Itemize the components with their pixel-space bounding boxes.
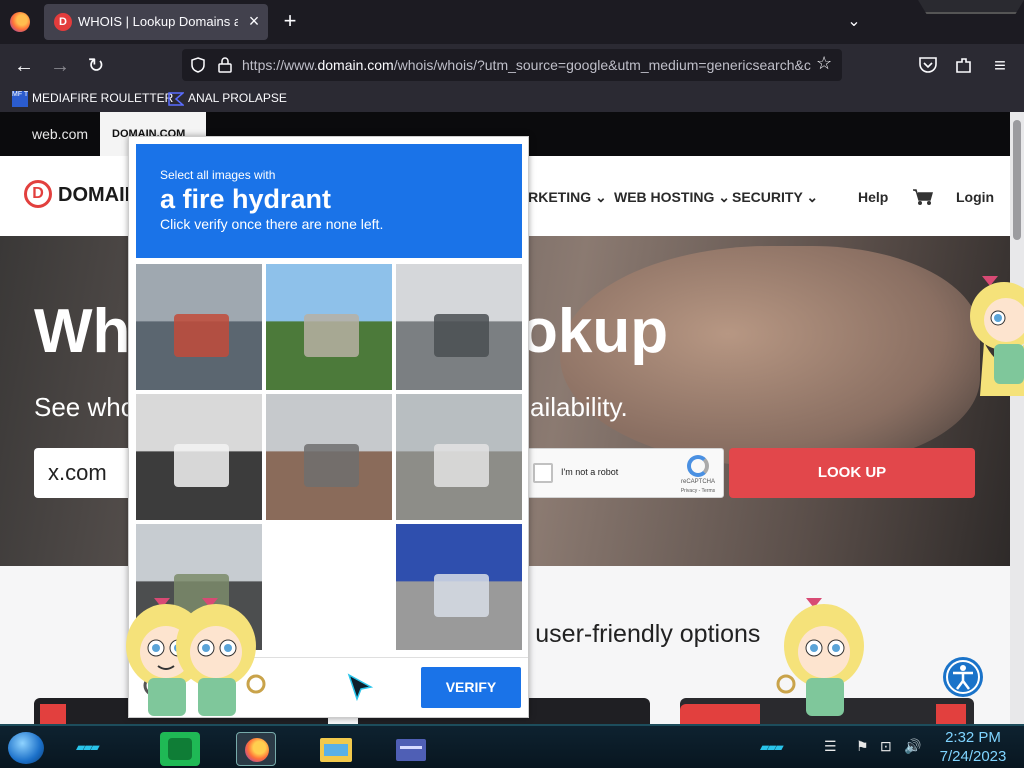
volume-icon[interactable]: 🔊 [904, 738, 921, 755]
captcha-select-line: Select all images with [160, 168, 276, 182]
window-decoration [918, 0, 1024, 14]
menu-label: SECURITY [732, 189, 803, 205]
mediafire-icon: MF T [12, 91, 28, 107]
scrollbar-thumb[interactable] [1013, 120, 1021, 240]
close-tab-icon[interactable]: × [244, 11, 264, 31]
cartoon-girl-sticker [970, 276, 1024, 396]
cartoon-girl-sticker [176, 598, 266, 716]
file-explorer-icon[interactable] [316, 732, 356, 766]
family-tab-webcom[interactable]: web.com [20, 112, 100, 156]
captcha-tile-stairs-car[interactable] [136, 394, 262, 520]
page-scrollbar[interactable] [1010, 112, 1024, 724]
firefox-logo-icon[interactable] [10, 12, 30, 32]
url-domain: domain.com [317, 57, 394, 73]
clock-time[interactable]: 2:32 PM [930, 729, 1016, 746]
options-heading: r user-friendly options [520, 620, 761, 648]
pocket-icon[interactable] [918, 56, 938, 74]
tab-title: WHOIS | Lookup Domains and [78, 14, 238, 29]
card-badge-icon [936, 704, 966, 724]
hero-sub-right: ailability. [530, 392, 628, 422]
browser-tab[interactable]: D WHOIS | Lookup Domains and × [44, 4, 268, 40]
bookmarks-bar: MF T MEDIAFIRE ROULETTER ANAL PROLAPSE [0, 86, 1024, 112]
hero-subtitle: See who ailability. [34, 392, 628, 423]
taskbar: ▰▰▰ ▰▰▰ ☰ ⚑ ⊡ 🔊 2:32 PM 7/24/2023 [0, 724, 1024, 768]
url-text: https://www.domain.com/whois/whois/?utm_… [242, 57, 812, 73]
captcha-tile-building-street[interactable] [266, 394, 392, 520]
notes-app-icon[interactable] [160, 732, 200, 766]
look-up-button[interactable]: LOOK UP [729, 448, 975, 498]
extensions-icon[interactable] [954, 56, 974, 74]
start-button-icon[interactable] [8, 732, 44, 764]
firefox-icon[interactable] [236, 732, 276, 766]
star-bookmark-icon[interactable]: ☆ [816, 53, 832, 74]
url-bar[interactable]: https://www.domain.com/whois/whois/?utm_… [182, 49, 842, 81]
menu-web-hosting[interactable]: WEB HOSTING ⌄ [614, 189, 730, 206]
recaptcha-links[interactable]: Privacy - Terms [673, 488, 723, 494]
menu-marketing[interactable]: ARKETING ⌄ [518, 189, 607, 206]
url-prefix: https://www. [242, 57, 318, 73]
forward-arrow-icon[interactable]: → [46, 52, 74, 80]
tab-strip: D WHOIS | Lookup Domains and × + ⌄ [0, 0, 1024, 44]
captcha-header: Select all images with a fire hydrant Cl… [136, 144, 522, 258]
chevron-down-icon[interactable]: ⌄ [842, 10, 866, 34]
hero-sub-left: See who [34, 392, 136, 422]
hero-title: Wh okup [34, 296, 668, 367]
card-logo-icon [680, 704, 760, 724]
recaptcha-checkbox[interactable] [533, 463, 553, 483]
accessibility-icon[interactable] [942, 656, 984, 698]
bookmark-label: ANAL PROLAPSE [188, 91, 287, 106]
hero-title-left: Wh [34, 297, 131, 366]
network-icon[interactable]: ⊡ [880, 738, 892, 755]
bookmark-mediafire[interactable]: MF T MEDIAFIRE ROULETTER [12, 91, 173, 107]
cartoon-girl-sticker [776, 598, 864, 716]
login-link[interactable]: Login [956, 189, 994, 205]
mouse-cursor-icon [347, 673, 374, 702]
url-rest: /whois/whois/?utm_source=google&utm_medi… [393, 57, 811, 73]
captcha-tile-highway-bridge-trees[interactable] [266, 264, 392, 390]
back-arrow-icon[interactable]: ← [10, 52, 38, 80]
show-hidden-icons-icon[interactable]: ☰ [824, 738, 837, 755]
chevrons-decoration-icon: ▰▰▰ [760, 740, 784, 754]
captcha-tile-power-lines-pole[interactable] [396, 264, 522, 390]
card-logo-icon [40, 704, 66, 724]
flag-icon[interactable]: ⚑ [856, 738, 869, 755]
shield-icon[interactable] [190, 57, 206, 73]
bookmark-label: MEDIAFIRE ROULETTER [32, 91, 174, 106]
captcha-target-object: a fire hydrant [160, 184, 332, 214]
menu-security[interactable]: SECURITY ⌄ [732, 189, 818, 206]
chevrons-decoration-icon: ▰▰▰ [76, 740, 100, 754]
site-logo-text[interactable]: DOMAIN [58, 184, 139, 207]
window-app-icon[interactable] [390, 732, 430, 766]
bookmark-icon [168, 92, 184, 106]
recaptcha-logo-icon [687, 455, 709, 477]
bookmark-second[interactable]: ANAL PROLAPSE [168, 91, 287, 107]
hero-title-right: okup [520, 297, 669, 366]
captcha-tile-blue-bus-street[interactable] [396, 524, 522, 650]
captcha-tile-street-bus-smoke[interactable] [136, 264, 262, 390]
new-tab-icon[interactable]: + [278, 10, 302, 34]
domain-logo-icon[interactable]: D [24, 180, 52, 208]
domain-favicon-icon: D [54, 13, 72, 31]
reload-icon[interactable]: ↻ [82, 52, 110, 80]
recaptcha-label: I'm not a robot [561, 467, 619, 477]
captcha-instruction: Click verify once there are none left. [160, 216, 384, 232]
clock-date[interactable]: 7/24/2023 [930, 748, 1016, 765]
navigation-toolbar: ← → ↻ https://www.domain.com/whois/whois… [0, 44, 1024, 86]
menu-label: WEB HOSTING [614, 189, 715, 205]
menu-hamburger-icon[interactable]: ≡ [986, 52, 1014, 80]
lock-icon[interactable] [218, 57, 232, 73]
help-link[interactable]: Help [858, 189, 888, 205]
recaptcha-widget: I'm not a robot reCAPTCHA Privacy - Term… [520, 448, 724, 498]
verify-button[interactable]: VERIFY [421, 667, 521, 708]
captcha-tile-blank[interactable] [266, 524, 392, 650]
recaptcha-brand: reCAPTCHA [680, 479, 715, 485]
captcha-tile-graffiti-wall-bicycle[interactable] [396, 394, 522, 520]
cart-icon[interactable] [912, 188, 934, 206]
